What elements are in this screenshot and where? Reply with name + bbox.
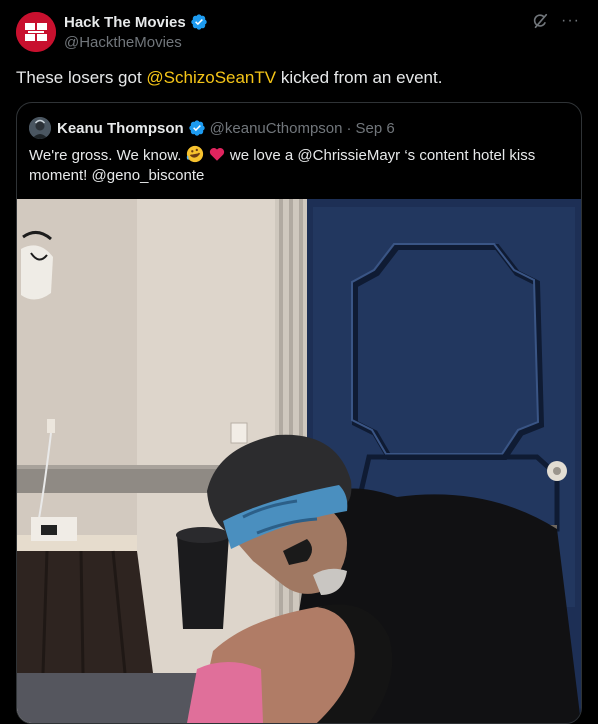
verified-badge-icon [188,120,205,136]
quote-author-avatar[interactable] [29,117,51,139]
top-actions: ··· [531,12,580,30]
quote-media-photo[interactable] [17,199,581,723]
red-heart-icon [209,147,224,161]
quote-text-start: We're gross. We know. [29,147,186,164]
author-avatar[interactable] [16,12,56,52]
hack-the-movies-logo [16,12,56,52]
quote-header: Keanu Thompson @keanuCthompson · Sep 6 [57,119,395,137]
rofl-emoji-icon [186,145,203,163]
profile-photo [29,117,51,139]
tweet-text: These losers got @SchizoSeanTV kicked fr… [16,68,442,88]
tweet-text-end: kicked from an event. [276,68,443,87]
author-handle[interactable]: @HacktheMovies [64,34,182,51]
quote-text: We're gross. We know. we love a @Chrissi… [29,145,569,186]
photo-image [17,199,581,723]
separator-dot: · [346,119,352,137]
quoted-post[interactable]: Keanu Thompson @keanuCthompson · Sep 6 W… [16,102,582,724]
author-name[interactable]: Hack The Movies [64,14,186,31]
tweet-text-start: These losers got [16,68,147,87]
grok-icon[interactable] [531,12,549,30]
quote-author-name[interactable]: Keanu Thompson [57,120,184,137]
author-name-row[interactable]: Hack The Movies [64,13,208,31]
quote-author-handle[interactable]: @keanuCthompson [210,120,343,137]
mention-link[interactable]: @SchizoSeanTV [146,68,276,87]
quote-date[interactable]: Sep 6 [355,120,394,137]
more-icon[interactable]: ··· [561,12,580,30]
verified-badge-icon [191,14,207,30]
